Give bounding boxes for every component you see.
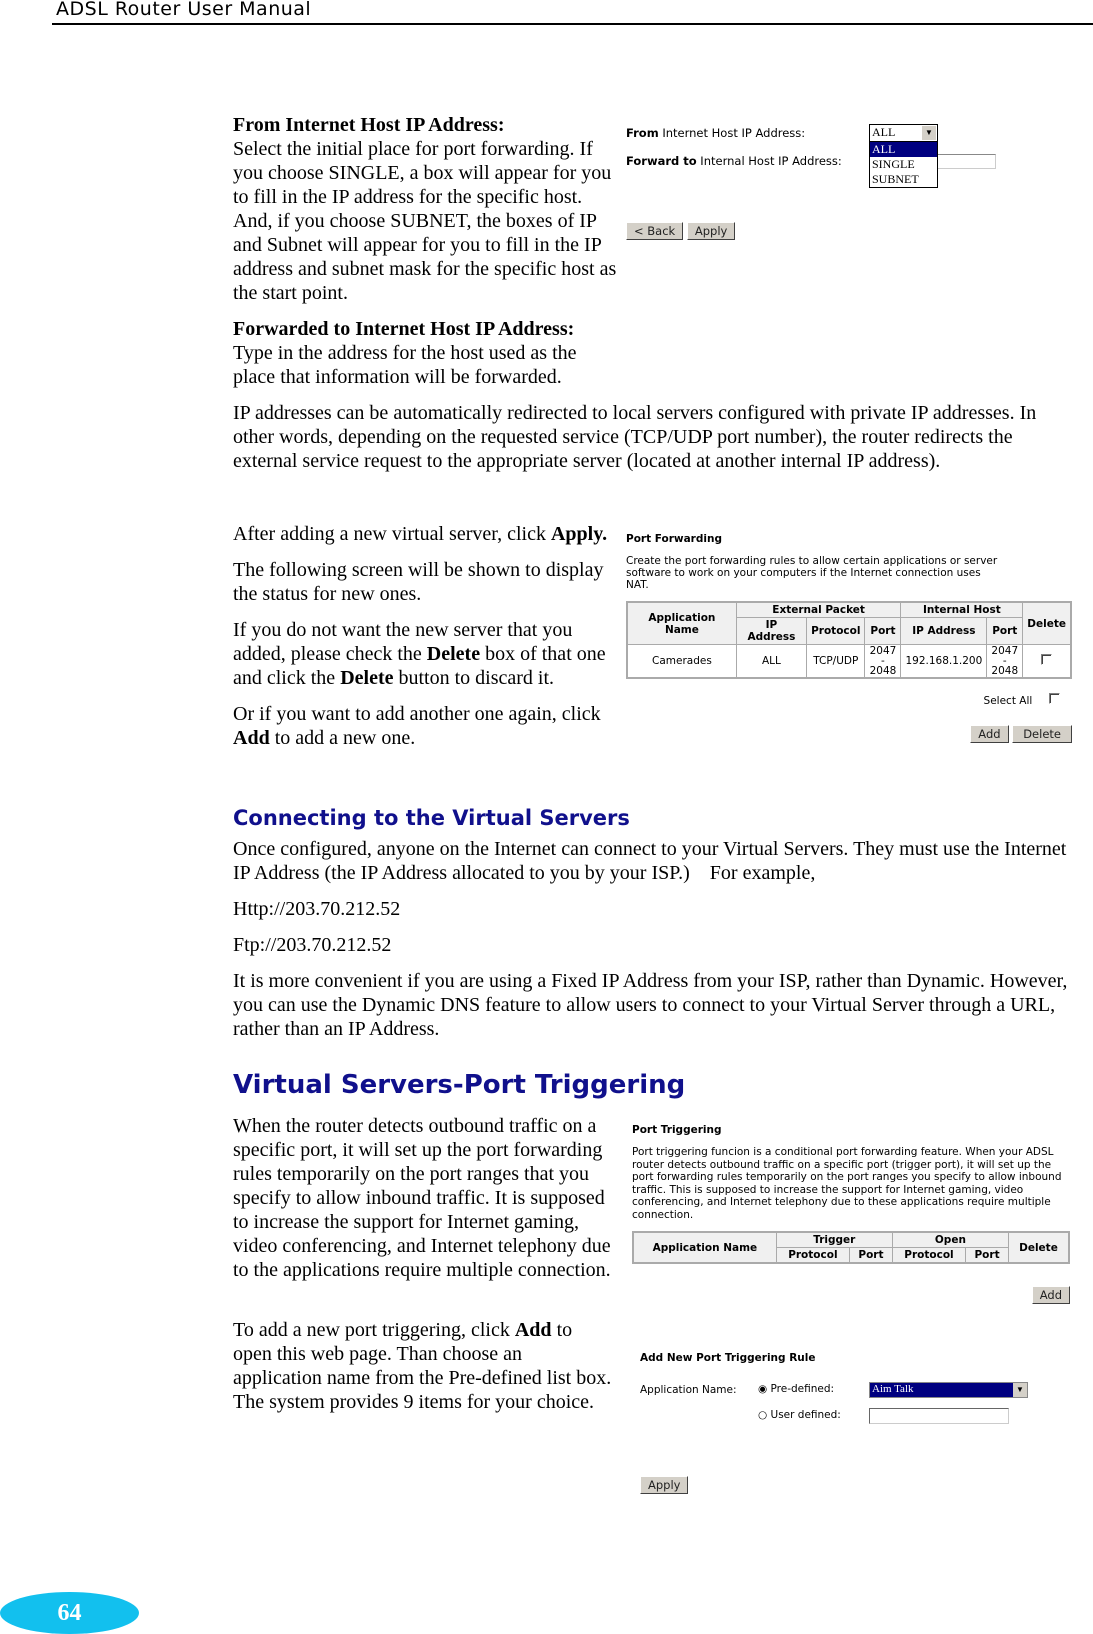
p1-text: After adding a new virtual server, click [233, 523, 551, 545]
app-name-label: Application Name: [640, 1384, 737, 1396]
option-single[interactable]: SINGLE [870, 157, 937, 172]
fixed-ip-text: It is more convenient if you are using a… [233, 970, 1068, 1040]
col-trig-port: Port [849, 1247, 893, 1264]
document-header: ADSL Router User Manual [56, 0, 312, 20]
pf-table: Application Name External Packet Internal … [626, 601, 1072, 679]
cell-proto: TCP/UDP [806, 644, 866, 679]
cell-int-ip: 192.168.1.200 [900, 644, 988, 679]
pt-table: Application Name Trigger Open Delete Protoc… [632, 1231, 1070, 1264]
col-app: Application Name [632, 1231, 777, 1264]
connect-text: Once configured, anyone on the Internet … [233, 838, 1072, 884]
delete-checkbox[interactable] [1041, 654, 1053, 665]
col-open-port: Port [965, 1247, 1009, 1264]
fwd-heading: Forwarded to Internet Host IP Address: [233, 318, 575, 340]
cell-app: Camerades [626, 644, 737, 679]
option-all[interactable]: ALL [870, 142, 937, 157]
predefined-select[interactable]: Aim Talk ▼ [869, 1382, 1028, 1398]
header-rule [52, 23, 1093, 25]
predefined-label: Pre-defined: [770, 1383, 835, 1395]
col-open: Open [891, 1231, 1009, 1248]
col-ip: IP Address [735, 617, 808, 645]
col-app: Application Name [626, 601, 737, 645]
option-subnet[interactable]: SUBNET [870, 172, 937, 187]
p3-text3: button to discard it. [393, 667, 555, 689]
p3-bold2: Delete [340, 667, 394, 689]
p4-bold: Add [233, 727, 270, 749]
redirect-paragraph: IP addresses can be automatically redire… [233, 402, 1037, 472]
col-ext: External Packet [735, 601, 902, 618]
select-all-label: Select All [983, 695, 1033, 707]
cell-port: 2047 - 2048 [864, 644, 902, 679]
pf-desc: Create the port forwarding rules to allo… [626, 555, 998, 591]
section-connecting: Once configured, anyone on the Internet … [233, 837, 1078, 1053]
host-ip-form-screenshot: From Internet Host IP Address: Forward t… [626, 124, 1006, 244]
add-bold: Add [514, 1319, 552, 1341]
pf-title: Port Forwarding [626, 533, 722, 545]
add-button[interactable]: Add [1031, 1286, 1070, 1304]
apply-button[interactable]: Apply [686, 222, 736, 240]
page-number: 64 [0, 1592, 139, 1634]
userdefined-label: User defined: [770, 1409, 841, 1421]
col-int-ip: IP Address [900, 617, 988, 645]
cell-ip: ALL [735, 644, 808, 679]
table-row: Camerades ALL TCP/UDP 2047 - 2048 192.168.1.… [626, 644, 1072, 679]
section-apply: After adding a new virtual server, click… [233, 522, 618, 762]
heading-port-triggering: Virtual Servers-Port Triggering [233, 1070, 686, 1100]
fwd-text: Type in the address for the host used as… [233, 342, 577, 388]
from-ip-dropdown: ALL SINGLE SUBNET [869, 141, 938, 188]
select-all-checkbox[interactable] [1049, 693, 1060, 704]
col-del: Delete [1022, 601, 1072, 645]
cell-int-port: 2047 - 2048 [986, 644, 1024, 679]
col-port: Port [864, 617, 902, 645]
predefined-radio[interactable]: ◉ [758, 1383, 767, 1395]
chevron-down-icon[interactable]: ▼ [1013, 1383, 1027, 1397]
add-trigger-rule-screenshot: Add New Port Triggering Rule Application… [640, 1352, 1040, 1497]
col-open-proto: Protocol [891, 1247, 967, 1264]
p3-bold: Delete [426, 643, 481, 665]
section-port-triggering: When the router detects outbound traffic… [233, 1114, 613, 1426]
from-ip-select[interactable]: ALL ▼ [869, 124, 938, 142]
pt-desc: Port triggering funcion is a conditional… [632, 1146, 1062, 1221]
port-triggering-screenshot: Port Triggering Port triggering funcion … [632, 1124, 1070, 1304]
col-trigger: Trigger [775, 1231, 893, 1248]
trigger-text: When the router detects outbound traffic… [233, 1115, 611, 1281]
http-example: Http://203.70.212.52 [233, 898, 401, 920]
select-value: ALL [872, 125, 896, 139]
fwd-label-bold: Forward to [626, 154, 697, 168]
col-proto: Protocol [806, 617, 866, 645]
col-trig-proto: Protocol [775, 1247, 851, 1264]
col-int-port: Port [986, 617, 1024, 645]
userdefined-radio[interactable]: ○ [758, 1409, 767, 1421]
heading-connecting: Connecting to the Virtual Servers [233, 806, 630, 830]
from-heading: From Internet Host IP Address: [233, 114, 505, 136]
pt-title: Port Triggering [632, 1124, 722, 1136]
select-value: Aim Talk [872, 1383, 914, 1395]
delete-button[interactable]: Delete [1012, 725, 1072, 743]
from-text: Select the initial place for port forwar… [233, 138, 617, 304]
p1-bold: Apply. [550, 523, 608, 545]
fwd-label: Internal Host IP Address: [696, 154, 842, 168]
from-label-bold: From [626, 126, 659, 140]
rule-title: Add New Port Triggering Rule [640, 1352, 816, 1364]
col-del: Delete [1007, 1231, 1070, 1264]
userdefined-input[interactable] [869, 1408, 1009, 1424]
p2-text: The following screen will be shown to di… [233, 559, 604, 605]
add-button[interactable]: Add [970, 725, 1009, 743]
apply-button[interactable]: Apply [640, 1476, 689, 1494]
chevron-down-icon[interactable]: ▼ [922, 126, 936, 140]
add-text: To add a new port triggering, click [233, 1319, 515, 1341]
back-button[interactable]: < Back [626, 222, 684, 240]
section-from-host: From Internet Host IP Address: Select th… [233, 113, 618, 401]
col-int: Internal Host [900, 601, 1024, 618]
ftp-example: Ftp://203.70.212.52 [233, 934, 392, 956]
from-label: Internet Host IP Address: [658, 126, 806, 140]
p4-text2: to add a new one. [269, 727, 416, 749]
p4-text: Or if you want to add another one again,… [233, 703, 601, 725]
port-forwarding-screenshot: Port Forwarding Create the port forwardi… [626, 533, 1072, 743]
